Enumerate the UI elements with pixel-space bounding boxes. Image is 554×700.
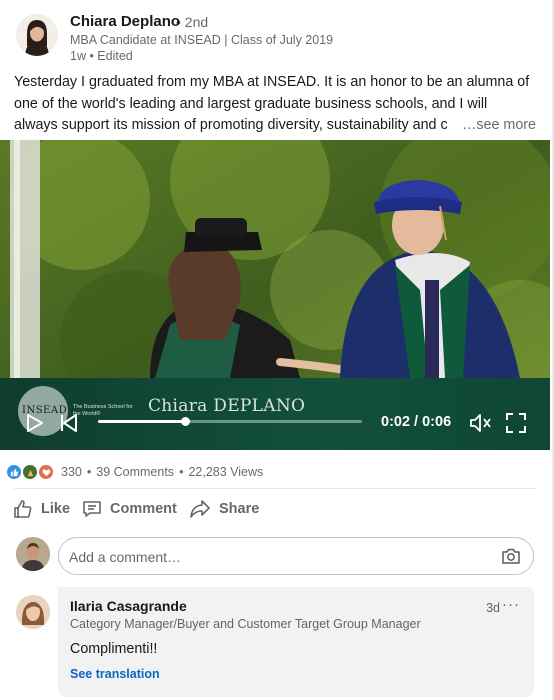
video-player[interactable]: INSEAD The Business School for the World…: [0, 140, 550, 450]
share-button[interactable]: Share: [189, 498, 259, 520]
share-label: Share: [219, 501, 260, 517]
author-name[interactable]: Chiara Deplano: [70, 13, 180, 30]
share-icon: [190, 500, 210, 518]
graduate-name-caption: Chiara DEPLANO: [148, 396, 306, 416]
current-user-avatar[interactable]: [16, 537, 50, 571]
like-button[interactable]: Like: [13, 498, 70, 520]
video-progress-fill: [98, 420, 186, 423]
comment-bubble: Ilaria Casagrande Category Manager/Buyer…: [58, 587, 534, 697]
play-icon[interactable]: [24, 412, 46, 439]
comments-count[interactable]: 39 Comments: [96, 465, 174, 479]
skip-back-icon[interactable]: [58, 412, 80, 439]
post-text-line: one of the world's leading and largest g…: [14, 95, 488, 112]
separator: •: [179, 465, 184, 479]
views-count: 22,283 Views: [188, 465, 264, 479]
fullscreen-icon[interactable]: [505, 412, 527, 439]
love-reaction-icon: [39, 465, 53, 479]
commenter-avatar[interactable]: [16, 595, 50, 629]
see-translation-link[interactable]: See translation: [70, 667, 160, 681]
commenter-name[interactable]: Ilaria Casagrande: [70, 598, 187, 614]
social-counts: 330 • 39 Comments • 22,283 Views: [7, 463, 263, 481]
mute-icon[interactable]: [469, 412, 493, 439]
like-reaction-icon: [7, 465, 21, 479]
comment-button[interactable]: Comment: [82, 498, 177, 520]
post-time-text: 1w • Edited: [70, 49, 133, 63]
separator: •: [86, 465, 92, 479]
video-time: 0:02 / 0:06: [381, 414, 452, 430]
post-text: Yesterday I graduated from my MBA at INS…: [14, 72, 540, 137]
school-tagline: The Business School for the World®: [73, 404, 133, 417]
divider: [14, 488, 536, 489]
commenter-headline: Category Manager/Buyer and Customer Targ…: [70, 617, 421, 631]
comment-text: Complimenti!!: [70, 641, 158, 657]
celebrate-reaction-icon: [23, 465, 37, 479]
camera-icon[interactable]: [501, 547, 521, 570]
like-label: Like: [41, 501, 71, 517]
see-more-link[interactable]: …see more: [454, 115, 536, 137]
post-time: 1w • Edited: [70, 49, 133, 63]
comment-input[interactable]: Add a comment…: [58, 537, 534, 575]
video-progress-bar[interactable]: [98, 417, 362, 426]
post-text-line-content: always support its mission of promoting …: [14, 117, 448, 133]
post-text-line: Yesterday I graduated from my MBA at INS…: [14, 74, 530, 90]
comment-label: Comment: [110, 501, 177, 517]
feed-post: Chiara Deplano • 2nd MBA Candidate at IN…: [0, 0, 554, 700]
comment-more-options-icon[interactable]: ···: [502, 596, 520, 613]
comment-input-placeholder: Add a comment…: [69, 549, 182, 565]
reaction-icons[interactable]: [7, 465, 55, 479]
comment-time: 3d: [486, 601, 500, 615]
post-text-line: always support its mission of promoting …: [14, 115, 540, 137]
connection-degree: • 2nd: [176, 14, 209, 30]
comment-icon: [83, 501, 101, 517]
thumbs-up-icon: [14, 500, 32, 518]
reaction-count[interactable]: 330: [61, 465, 82, 479]
author-headline: MBA Candidate at INSEAD | Class of July …: [70, 33, 334, 47]
author-avatar[interactable]: [16, 14, 58, 56]
